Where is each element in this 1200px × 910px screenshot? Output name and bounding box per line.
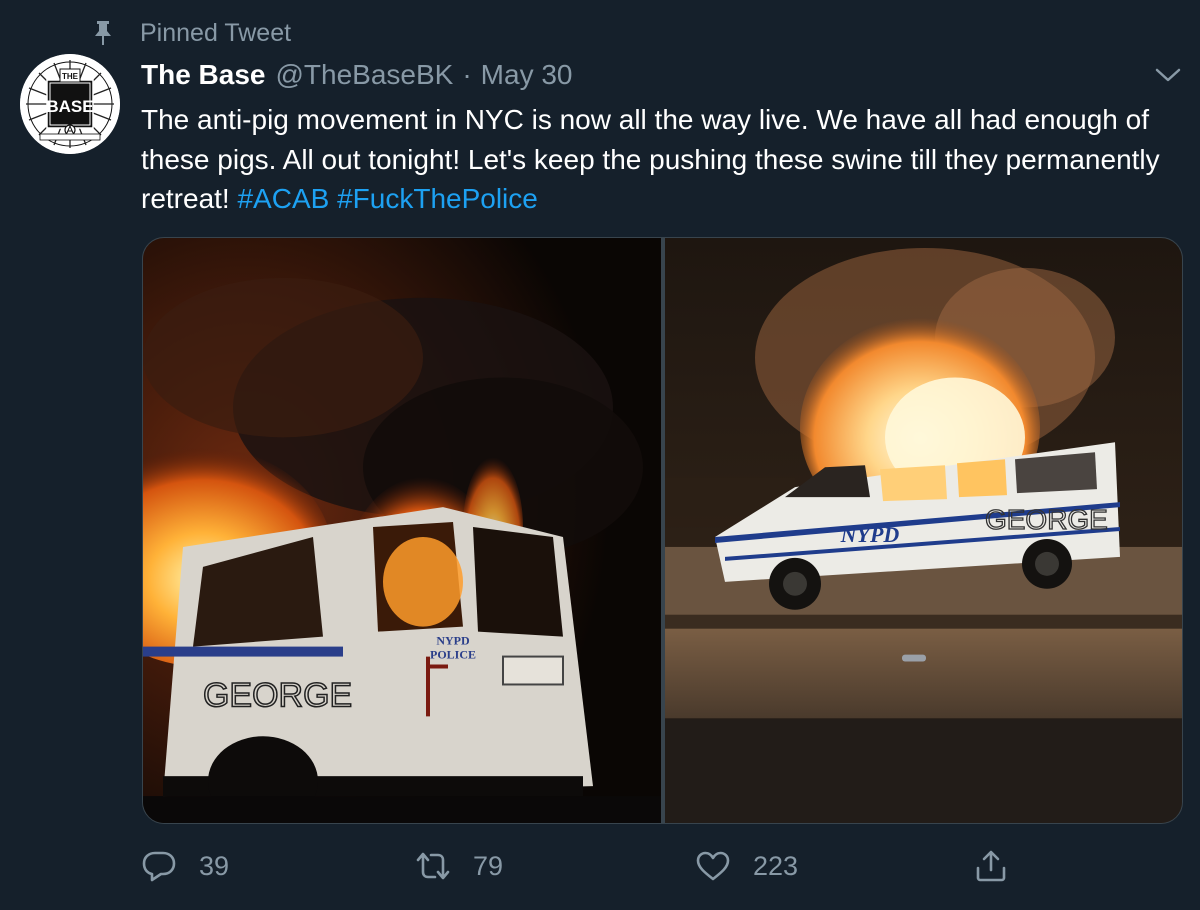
graffiti-text: GEORGE [985,504,1108,535]
logo-text-top: THE [62,72,79,81]
like-button[interactable]: 223 [695,842,798,890]
pinned-tweet[interactable]: Pinned Tweet THE BASE The Base @TheBaseB… [0,0,1200,910]
retweet-icon [415,848,451,884]
header-separator: · [462,59,472,90]
graffiti-text: GEORGE [203,676,352,714]
the-base-logo: THE BASE [20,54,120,154]
reply-count: 39 [199,850,230,881]
hashtag-acab[interactable]: #ACAB [237,183,329,214]
burning-nypd-van-photo[interactable]: NYPD GEORGE [665,238,1182,823]
burning-police-van-photo[interactable]: NYPD POLICE GEORGE [143,238,661,823]
pin-icon [92,20,114,46]
share-icon [973,848,1009,884]
reply-icon [141,848,177,884]
user-handle[interactable]: @TheBaseBK [276,59,454,91]
van-text-nypd: NYPD [436,634,470,648]
reply-button[interactable]: 39 [141,842,229,890]
like-count: 223 [753,850,799,881]
heart-icon [695,848,731,884]
van-text-police: POLICE [430,648,476,662]
tweet-date[interactable]: May 30 [481,59,573,91]
retweet-button[interactable]: 79 [415,842,503,890]
tweet-header: The Base @TheBaseBK · May 30 [141,56,573,94]
retweet-count: 79 [473,850,504,881]
pinned-label: Pinned Tweet [140,18,292,47]
tweet-actions: 39 79 223 [141,842,1186,890]
van-text-nypd: NYPD [840,522,900,547]
media-grid: NYPD POLICE GEORGE NYPD GEORGE [142,237,1183,824]
share-button[interactable] [973,842,1009,890]
logo-text-main: BASE [46,97,93,116]
display-name[interactable]: The Base [141,59,266,91]
chevron-down-icon[interactable] [1154,64,1182,86]
pinned-indicator: Pinned Tweet [92,16,291,50]
tweet-text: The anti-pig movement in NYC is now all … [141,100,1186,219]
hashtag-fuckthepolice[interactable]: #FuckThePolice [337,183,538,214]
avatar[interactable]: THE BASE [20,54,120,154]
